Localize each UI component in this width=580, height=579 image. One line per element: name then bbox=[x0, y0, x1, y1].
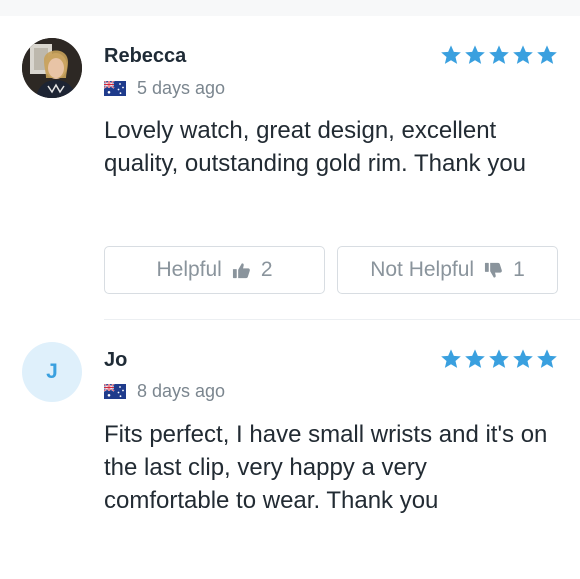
thumbs-down-icon bbox=[484, 261, 503, 280]
star-icon bbox=[536, 44, 558, 66]
star-icon bbox=[536, 348, 558, 370]
avatar-photo-image bbox=[22, 38, 82, 98]
review-date: 5 days ago bbox=[137, 78, 226, 98]
helpful-count: 2 bbox=[260, 258, 273, 281]
review-meta: 8 days ago bbox=[104, 381, 225, 402]
review-card: J Jo 8 days ago Fits perfect, I have sma… bbox=[0, 320, 580, 579]
star-rating bbox=[440, 348, 558, 370]
not-helpful-label: Not Helpful bbox=[370, 258, 475, 281]
reviewer-name: Jo bbox=[104, 349, 128, 371]
star-icon bbox=[440, 348, 462, 370]
avatar-initial: J bbox=[46, 360, 58, 383]
review-text: Lovely watch, great design, excellent qu… bbox=[104, 117, 527, 177]
star-icon bbox=[464, 44, 486, 66]
australia-flag-icon bbox=[104, 81, 126, 96]
star-icon bbox=[512, 348, 534, 370]
reviewer-avatar: J bbox=[22, 342, 82, 402]
helpful-label: Helpful bbox=[156, 258, 222, 281]
star-icon bbox=[464, 348, 486, 370]
star-icon bbox=[440, 44, 462, 66]
australia-flag-icon bbox=[104, 384, 126, 399]
helpful-button[interactable]: Helpful 2 bbox=[104, 246, 325, 294]
review-date: 8 days ago bbox=[137, 381, 226, 401]
thumbs-up-icon bbox=[232, 261, 251, 280]
reviewer-name: Rebecca bbox=[104, 45, 187, 67]
review-card: Rebecca 5 days ago Lovely watch, great d… bbox=[0, 0, 580, 320]
star-icon bbox=[488, 348, 510, 370]
reviewer-avatar bbox=[22, 38, 82, 98]
review-text: Fits perfect, I have small wrists and it… bbox=[104, 421, 548, 514]
star-icon bbox=[512, 44, 534, 66]
star-icon bbox=[488, 44, 510, 66]
not-helpful-button[interactable]: Not Helpful 1 bbox=[337, 246, 558, 294]
not-helpful-count: 1 bbox=[513, 258, 525, 281]
star-rating bbox=[440, 44, 558, 66]
review-meta: 5 days ago bbox=[104, 78, 225, 99]
